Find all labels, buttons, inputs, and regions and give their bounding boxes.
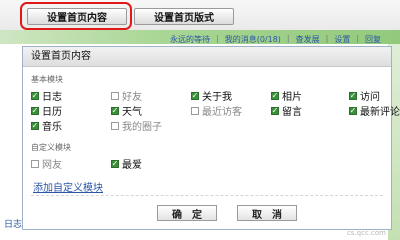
checkbox-icon[interactable]: ✓ <box>271 91 279 100</box>
set-home-style-button[interactable]: 设置首页版式 <box>134 8 234 25</box>
option-visits[interactable]: ✓ 访问 <box>349 88 380 103</box>
option-music[interactable]: ✓ 音乐 <box>31 118 62 133</box>
checkbox-icon[interactable] <box>111 121 119 130</box>
footer-diary-label: 日志 <box>4 220 23 230</box>
checkbox-icon[interactable] <box>111 91 119 100</box>
option-calendar[interactable]: ✓ 日历 <box>31 103 62 118</box>
option-latest-comments[interactable]: ✓ 最新评论 <box>349 103 400 118</box>
checkbox-icon[interactable]: ✓ <box>31 106 39 115</box>
watermark: cs.qcc.com <box>346 229 386 237</box>
dialog-divider <box>31 195 383 196</box>
option-about-me[interactable]: ✓ 关于我 <box>191 88 232 103</box>
checkbox-icon[interactable]: ✓ <box>31 121 39 130</box>
add-custom-module-link[interactable]: 添加自定义模块 <box>33 179 103 194</box>
dialog-title: 设置首页内容 <box>23 47 391 67</box>
checkbox-icon[interactable]: ✓ <box>271 106 279 115</box>
checkbox-icon[interactable]: ✓ <box>349 91 357 100</box>
option-recent-visitors[interactable]: 最近访客 <box>191 103 242 118</box>
option-diary[interactable]: ✓ 日志 <box>31 88 62 103</box>
checkbox-icon[interactable]: ✓ <box>349 106 357 115</box>
option-friends[interactable]: 好友 <box>111 88 142 103</box>
header-link[interactable]: 我的消息(0/18) <box>225 34 281 46</box>
checkbox-icon[interactable]: ✓ <box>191 91 199 100</box>
basic-modules-label: 基本模块 <box>31 75 63 84</box>
option-favorites[interactable]: ✓ 最爱 <box>111 156 142 171</box>
checkbox-icon[interactable]: ✓ <box>31 91 39 100</box>
option-my-circles[interactable]: 我的圈子 <box>111 118 162 133</box>
checkbox-icon[interactable] <box>31 159 39 168</box>
highlight-ring <box>20 2 132 30</box>
custom-modules-label: 自定义模块 <box>31 143 71 152</box>
checkbox-icon[interactable]: ✓ <box>111 106 119 115</box>
option-netfriend[interactable]: 网友 <box>31 156 62 171</box>
header-link[interactable]: 永远的等待 <box>170 34 210 46</box>
header-link[interactable]: 回复 <box>365 34 381 46</box>
home-content-dialog: 设置首页内容 基本模块 ✓ 日志 好友 ✓ 关于我 ✓ 相片 ✓ 访问 ✓ 日历 ✓ 天气 … <box>22 46 400 230</box>
option-guestbook[interactable]: ✓ 留言 <box>271 103 302 118</box>
option-photos[interactable]: ✓ 相片 <box>271 88 302 103</box>
header-links: 永远的等待 | 我的消息(0/18) | 查发展 | 设置 | 回复 <box>170 34 382 46</box>
header-link[interactable]: 设置 <box>334 34 350 46</box>
checkbox-icon[interactable]: ✓ <box>111 159 119 168</box>
cancel-button[interactable]: 取 消 <box>237 205 297 221</box>
option-weather[interactable]: ✓ 天气 <box>111 103 142 118</box>
header-link[interactable]: 查发展 <box>296 34 320 46</box>
ok-button[interactable]: 确 定 <box>157 205 217 221</box>
checkbox-icon[interactable] <box>191 106 199 115</box>
